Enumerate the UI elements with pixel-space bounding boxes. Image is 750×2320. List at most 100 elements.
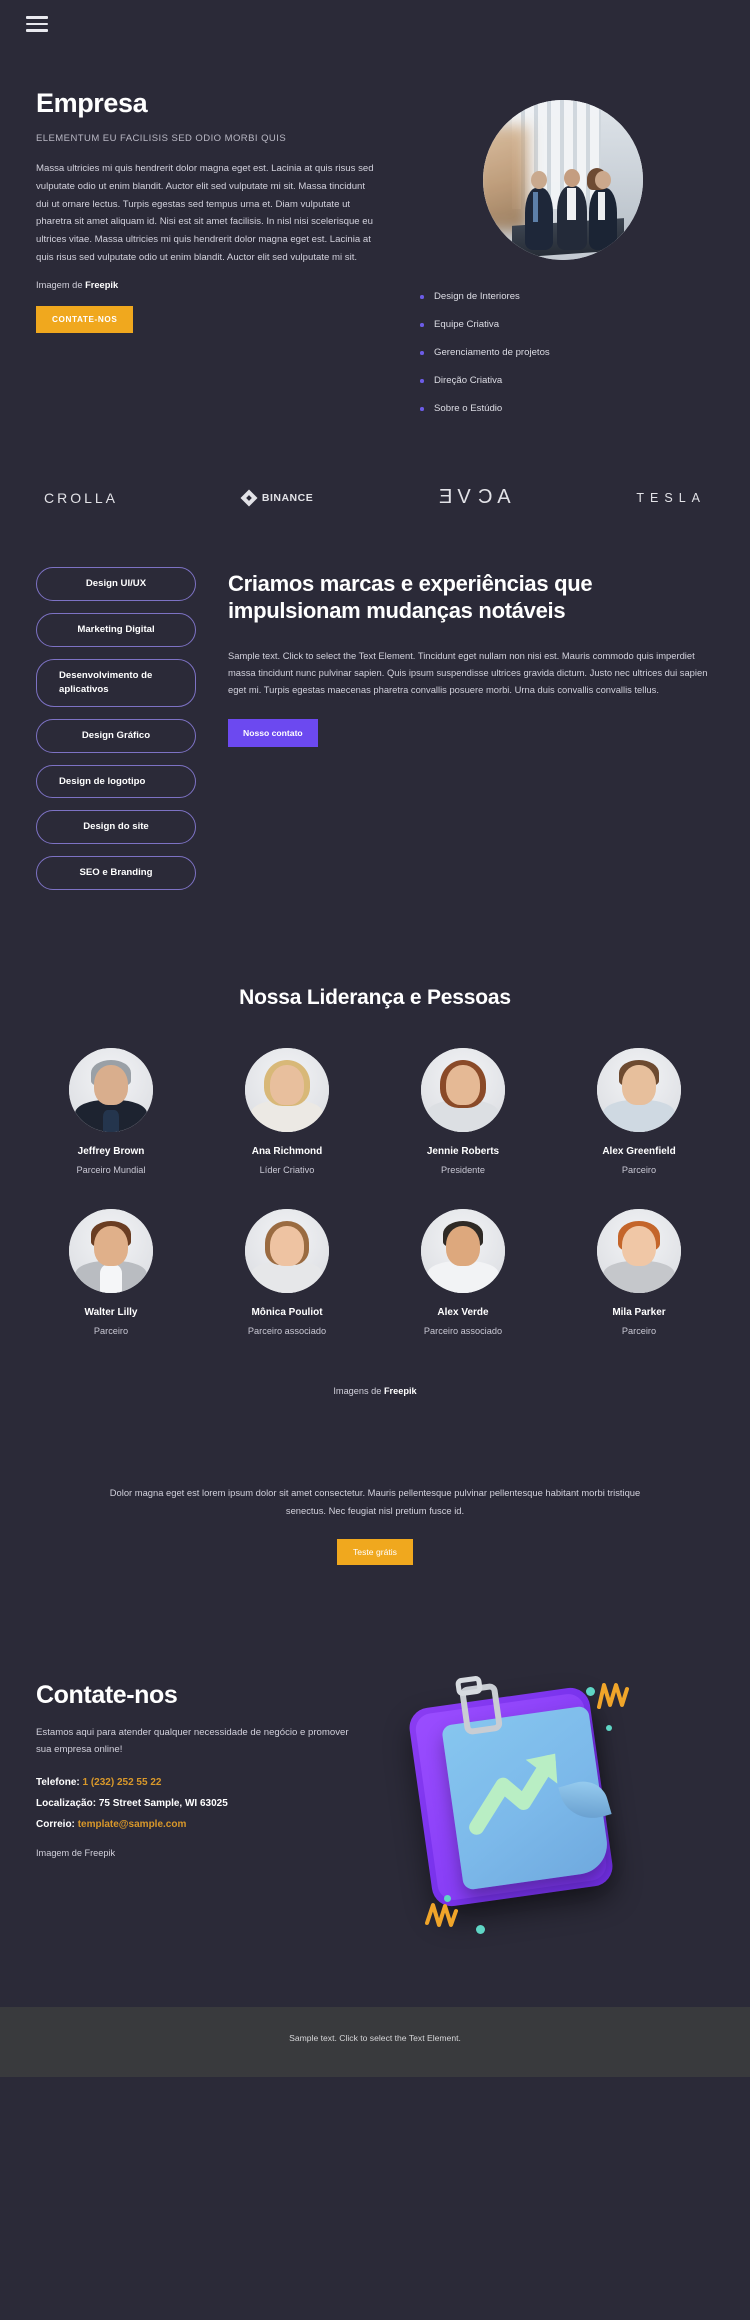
binance-logo: BINANCE bbox=[240, 489, 313, 506]
hero-service-list: Design de Interiores Equipe Criativa Ger… bbox=[412, 282, 714, 422]
contact-section: Contate-nos Estamos aqui para atender qu… bbox=[0, 1625, 750, 2007]
contact-phone-label: Telefone: bbox=[36, 1776, 80, 1788]
team-member-name: Mônica Pouliot bbox=[251, 1307, 323, 1319]
evga-glyph-e: E bbox=[438, 486, 453, 508]
evga-glyph-g: C bbox=[476, 486, 493, 508]
avatar bbox=[245, 1048, 329, 1133]
credit-prefix: Imagens de bbox=[333, 1386, 384, 1397]
photo-foreground-blur bbox=[483, 125, 528, 232]
avatar bbox=[597, 1048, 681, 1133]
team-member[interactable]: Walter Lilly Parceiro bbox=[36, 1209, 186, 1336]
hamburger-bar bbox=[26, 29, 48, 32]
services-heading: Criamos marcas e experiências que impuls… bbox=[228, 571, 593, 623]
avatar-body bbox=[603, 1261, 675, 1294]
avatar-head bbox=[446, 1065, 480, 1106]
service-pill-design-ui-ux[interactable]: Design UI/UX bbox=[36, 567, 196, 601]
decor-squiggle-icon bbox=[597, 1683, 629, 1710]
credit-prefix: Imagem de bbox=[36, 280, 86, 291]
hero-list-item[interactable]: Equipe Criativa bbox=[420, 310, 714, 338]
avatar bbox=[69, 1048, 153, 1133]
footer-text: Sample text. Click to select the Text El… bbox=[289, 2033, 461, 2044]
service-pill-seo-branding[interactable]: SEO e Branding bbox=[36, 856, 196, 891]
hero-list-item[interactable]: Gerenciamento de projetos bbox=[420, 338, 714, 366]
team-member[interactable]: Alex Greenfield Parceiro bbox=[564, 1048, 714, 1175]
avatar-shirt bbox=[103, 1110, 119, 1133]
cta-section: Dolor magna eget est lorem ipsum dolor s… bbox=[0, 1462, 750, 1625]
photo-person-head bbox=[530, 171, 547, 190]
cta-text: Dolor magna eget est lorem ipsum dolor s… bbox=[109, 1487, 641, 1516]
team-member[interactable]: Alex Verde Parceiro associado bbox=[388, 1209, 538, 1336]
avatar-head bbox=[622, 1065, 656, 1106]
site-header bbox=[0, 0, 750, 48]
avatar-shirt bbox=[100, 1265, 122, 1294]
contact-email-value[interactable]: template@sample.com bbox=[78, 1819, 187, 1830]
avatar-head bbox=[270, 1226, 304, 1267]
team-member-name: Alex Verde bbox=[437, 1307, 489, 1319]
team-member[interactable]: Jeffrey Brown Parceiro Mundial bbox=[36, 1048, 186, 1175]
service-pill-website-design[interactable]: Design do site bbox=[36, 810, 196, 845]
hero-section: Empresa ELEMENTUM EU FACILISIS SED ODIO … bbox=[0, 48, 750, 452]
avatar bbox=[597, 1209, 681, 1294]
contact-illustration-column bbox=[386, 1643, 714, 1953]
contact-phone-value[interactable]: 1 (232) 252 55 22 bbox=[83, 1777, 162, 1788]
service-pill-list: Design UI/UX Marketing Digital Desenvolv… bbox=[36, 563, 196, 902]
decor-dot bbox=[476, 1925, 485, 1935]
service-pill-app-development[interactable]: Desenvolvimento de aplicativos bbox=[36, 658, 196, 707]
hero-body-text: Massa ultricies mi quis hendrerit dolor … bbox=[36, 163, 374, 263]
contact-us-button[interactable]: CONTATE-NOS bbox=[36, 306, 134, 334]
hero-photo bbox=[483, 100, 643, 260]
hero-subtitle: ELEMENTUM EU FACILISIS SED ODIO MORBI QU… bbox=[36, 133, 287, 145]
clipboard-growth-illustration bbox=[400, 1663, 650, 1935]
team-member-name: Jennie Roberts bbox=[426, 1146, 500, 1158]
hamburger-menu-icon[interactable] bbox=[26, 12, 48, 36]
avatar-body bbox=[427, 1261, 499, 1294]
photo-person-head bbox=[563, 169, 580, 188]
team-row-2: Walter Lilly Parceiro Mônica Pouliot Par… bbox=[36, 1209, 714, 1336]
hero-list-item[interactable]: Direção Criativa bbox=[420, 366, 714, 394]
team-member[interactable]: Mônica Pouliot Parceiro associado bbox=[212, 1209, 362, 1336]
page-title: Empresa bbox=[36, 88, 148, 118]
decor-dot bbox=[606, 1725, 612, 1732]
service-pill-marketing-digital[interactable]: Marketing Digital bbox=[36, 612, 196, 647]
team-images-credit: Imagens de Freepik bbox=[36, 1370, 714, 1442]
team-member-role: Presidente bbox=[441, 1165, 485, 1176]
credit-brand[interactable]: Freepik bbox=[384, 1386, 417, 1396]
landing-page: Empresa ELEMENTUM EU FACILISIS SED ODIO … bbox=[0, 0, 750, 2078]
evga-logo: EVCA bbox=[438, 486, 511, 509]
avatar-head bbox=[270, 1065, 304, 1106]
team-member[interactable]: Mila Parker Parceiro bbox=[564, 1209, 714, 1336]
photo-person-3 bbox=[586, 168, 617, 251]
client-logos-strip: CROLLA BINANCE EVCA TESLA bbox=[0, 452, 750, 547]
hamburger-bar bbox=[26, 22, 48, 26]
site-footer: Sample text. Click to select the Text El… bbox=[0, 2007, 750, 2078]
avatar bbox=[69, 1209, 153, 1294]
contact-location-value: 75 Street Sample, WI 63025 bbox=[98, 1797, 228, 1809]
avatar-head bbox=[94, 1226, 128, 1267]
free-trial-button[interactable]: Teste grátis bbox=[337, 1539, 413, 1566]
our-contact-button[interactable]: Nosso contato bbox=[228, 718, 318, 747]
contact-heading: Contate-nos bbox=[36, 1681, 178, 1710]
hamburger-bar bbox=[26, 16, 48, 19]
contact-text-column: Contate-nos Estamos aqui para atender qu… bbox=[36, 1643, 366, 1858]
team-member-role: Líder Criativo bbox=[259, 1165, 315, 1176]
decor-dot bbox=[586, 1687, 595, 1697]
avatar bbox=[421, 1048, 505, 1133]
team-member[interactable]: Jennie Roberts Presidente bbox=[388, 1048, 538, 1175]
service-pill-logo-design[interactable]: Design de logotipo bbox=[36, 764, 196, 799]
hero-text-column: Empresa ELEMENTUM EU FACILISIS SED ODIO … bbox=[36, 88, 376, 422]
avatar-head bbox=[446, 1226, 480, 1267]
services-body-text: Sample text. Click to select the Text El… bbox=[228, 649, 708, 696]
team-member-role: Parceiro bbox=[93, 1326, 129, 1337]
evga-glyph-v: V bbox=[457, 486, 472, 508]
hero-list-item[interactable]: Sobre o Estúdio bbox=[420, 394, 714, 422]
credit-brand[interactable]: Freepik bbox=[85, 280, 118, 290]
photo-person-2 bbox=[556, 169, 587, 251]
binance-diamond-icon bbox=[240, 489, 258, 506]
hero-list-item[interactable]: Design de Interiores bbox=[420, 282, 714, 310]
photo-person-head bbox=[594, 171, 611, 190]
team-member[interactable]: Ana Richmond Líder Criativo bbox=[212, 1048, 362, 1175]
team-section: Nossa Liderança e Pessoas Jeffrey Brown … bbox=[0, 950, 750, 1462]
contact-lead-text: Estamos aqui para atender qualquer neces… bbox=[36, 1727, 349, 1756]
service-pill-graphic-design[interactable]: Design Gráfico bbox=[36, 718, 196, 753]
hero-image-credit: Imagem de Freepik bbox=[36, 280, 376, 290]
